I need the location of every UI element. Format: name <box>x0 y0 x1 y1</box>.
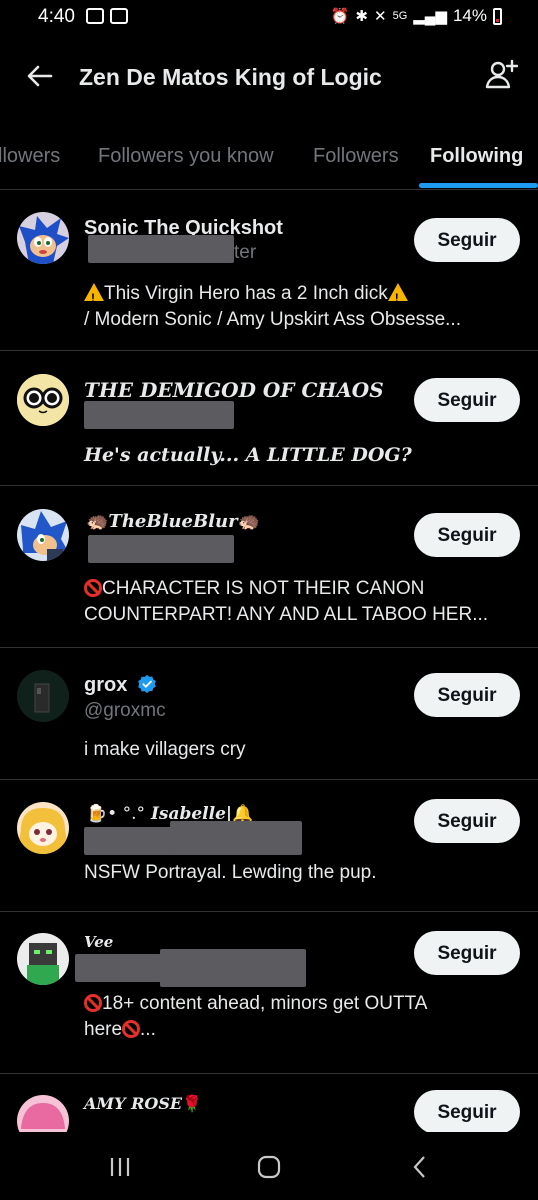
bio: This Virgin Hero has a 2 Inch dick / Mod… <box>84 281 524 333</box>
tab-followers-partial[interactable]: llowers <box>0 145 60 168</box>
status-right: ⏰ ✱ ✕ 5G ▂▄▆ 14% <box>331 6 502 26</box>
page-title: Zen De Matos King of Logic <box>79 64 382 90</box>
avatar[interactable] <box>17 933 69 985</box>
list-item[interactable]: AMY ROSE🌹 Seguir <box>0 1073 538 1133</box>
display-name: 🦔TheBlueBlur🦔 <box>86 511 260 532</box>
redaction-block <box>170 821 302 855</box>
bio: CHARACTER IS NOT THEIR CANON COUNTERPART… <box>84 578 489 625</box>
hedgehog-icon: 🦔 <box>86 511 109 532</box>
follow-button[interactable]: Seguir <box>414 378 520 422</box>
bio: i make villagers cry <box>84 739 246 760</box>
list-item[interactable]: 🍺• °.° Isabelle|🔔 NSFW Portrayal. Lewdin… <box>0 779 538 912</box>
display-name: grox <box>84 674 157 697</box>
avatar[interactable] <box>17 509 69 561</box>
bio: He's actually... A LITTLE DOG? <box>84 444 412 466</box>
battery-text: 14% <box>452 6 487 25</box>
list-item[interactable]: grox @groxmc i make villagers cry Seguir <box>0 647 538 780</box>
hedgehog-icon: 🦔 <box>237 511 260 532</box>
avatar[interactable] <box>17 1095 69 1133</box>
bio: NSFW Portrayal. Lewding the pup. <box>84 862 377 883</box>
rose-icon: 🌹 <box>182 1094 203 1113</box>
back-arrow-icon[interactable] <box>24 60 56 92</box>
list-item[interactable]: THE DEMIGOD OF CHAOS He's actually... A … <box>0 350 538 486</box>
redaction-block <box>84 827 172 855</box>
redaction-block <box>88 235 234 263</box>
beer-icon: 🍺 <box>86 804 108 824</box>
back-nav-icon[interactable] <box>400 1152 440 1182</box>
home-icon[interactable] <box>249 1152 289 1182</box>
list-item[interactable]: Vee 18+ content ahead, minors get OUTTA … <box>0 911 538 1074</box>
follow-button[interactable]: Seguir <box>414 513 520 557</box>
redaction-block <box>84 401 234 429</box>
handle-fragment: ter <box>234 242 257 263</box>
tab-followers[interactable]: Followers <box>313 145 399 168</box>
battery-icon <box>493 7 502 25</box>
avatar[interactable] <box>17 670 69 722</box>
system-nav-bar <box>0 1132 538 1200</box>
network-label: 5G <box>392 10 408 22</box>
display-name: Vee <box>84 933 114 951</box>
verified-badge-icon <box>138 674 156 694</box>
avatar[interactable] <box>17 212 69 264</box>
tab-following[interactable]: Following <box>430 145 523 168</box>
follow-button[interactable]: Seguir <box>414 673 520 717</box>
recent-apps-icon[interactable] <box>100 1152 140 1182</box>
no-under-18-icon <box>84 994 102 1012</box>
warning-icon <box>84 283 104 311</box>
notification-badge-icon <box>110 8 128 24</box>
redaction-block <box>88 535 234 563</box>
bluetooth-icon: ✱ <box>355 8 368 25</box>
warning-icon <box>387 283 408 311</box>
list-item[interactable]: Sonic The Quickshot ter This Virgin Hero… <box>0 190 538 351</box>
display-name: AMY ROSE🌹 <box>84 1094 203 1113</box>
active-tab-indicator <box>419 183 538 188</box>
tab-bar: llowers Followers you know Followers Fol… <box>0 135 538 190</box>
bio: 18+ content ahead, minors get OUTTA here… <box>84 993 428 1040</box>
prohibited-icon <box>84 579 102 597</box>
avatar[interactable] <box>17 802 69 854</box>
follow-button[interactable]: Seguir <box>414 799 520 843</box>
mute-icon: ✕ <box>374 8 387 25</box>
alarm-icon: ⏰ <box>330 8 350 25</box>
avatar[interactable] <box>17 374 69 426</box>
header: Zen De Matos King of Logic <box>0 44 538 114</box>
display-name: THE DEMIGOD OF CHAOS <box>84 378 384 402</box>
add-user-icon[interactable] <box>484 58 518 92</box>
status-bar: 4:40 ⏰ ✱ ✕ 5G ▂▄▆ 14% <box>0 0 538 34</box>
follow-button[interactable]: Seguir <box>414 218 520 262</box>
signal-icon: ▂▄▆ <box>413 8 447 25</box>
gallery-icon <box>86 8 104 24</box>
tab-followers-you-know[interactable]: Followers you know <box>98 145 274 168</box>
status-time: 4:40 <box>38 6 75 27</box>
list-item[interactable]: 🦔TheBlueBlur🦔 CHARACTER IS NOT THEIR CAN… <box>0 485 538 648</box>
redaction-block <box>75 954 161 982</box>
no-under-18-icon <box>122 1020 141 1038</box>
handle: @groxmc <box>84 700 166 721</box>
follow-button[interactable]: Seguir <box>414 931 520 975</box>
follow-button[interactable]: Seguir <box>414 1090 520 1133</box>
redaction-block <box>160 949 306 987</box>
notification-icons <box>86 8 128 24</box>
